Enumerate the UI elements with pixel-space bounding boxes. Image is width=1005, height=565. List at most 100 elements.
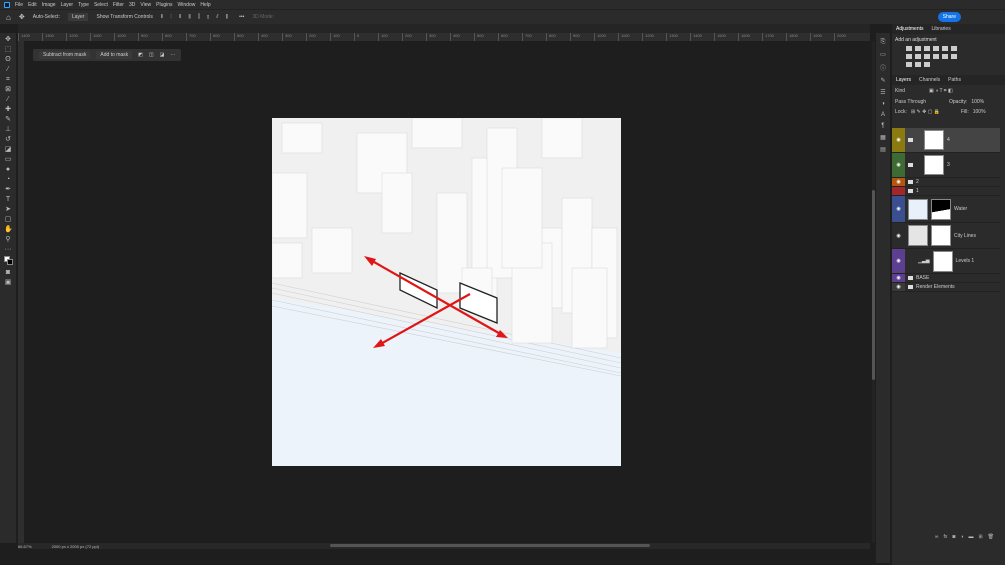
- more-tools-icon[interactable]: ···: [4, 246, 12, 253]
- visibility-eye-icon[interactable]: ◉: [892, 249, 905, 273]
- menu-image[interactable]: Image: [42, 2, 56, 8]
- info-icon[interactable]: ⓘ: [880, 63, 886, 72]
- menu-3d[interactable]: 3D: [129, 2, 135, 8]
- opacity-value[interactable]: 100%: [971, 99, 984, 105]
- quick-mask-icon[interactable]: ◙: [4, 269, 12, 276]
- layer-thumbnail[interactable]: [908, 225, 928, 246]
- move-tool-icon[interactable]: ✥: [19, 13, 25, 21]
- menu-filter[interactable]: Filter: [113, 2, 124, 8]
- layer-row-2[interactable]: ◉ 2: [892, 178, 1000, 187]
- zoom-level[interactable]: 66.67%: [18, 544, 32, 549]
- layer-name[interactable]: BASE: [916, 275, 929, 281]
- layer-name[interactable]: Water: [954, 206, 967, 212]
- layer-mask-thumbnail[interactable]: [924, 155, 944, 175]
- fill-mask-icon[interactable]: ◪: [160, 52, 165, 58]
- blend-mode-dropdown[interactable]: Pass Through: [895, 99, 945, 105]
- subtract-from-mask-button[interactable]: Subtract from mask: [39, 51, 91, 59]
- fx-icon[interactable]: fx: [943, 534, 947, 543]
- visibility-eye-icon[interactable]: ◉: [892, 223, 905, 248]
- fill-value[interactable]: 100%: [973, 109, 986, 115]
- tab-adjustments[interactable]: Adjustments: [896, 26, 924, 32]
- home-icon[interactable]: ⌂: [6, 13, 11, 22]
- document-tab-strip[interactable]: [18, 24, 870, 33]
- align-icons[interactable]: ⫴ ⫶ ⫴ ⫼ ⫿ ⫾ ⫽ ⫼: [161, 14, 231, 20]
- auto-select-checkbox[interactable]: Auto-Select:: [33, 14, 60, 20]
- layer-row-levels-1[interactable]: ◉ ▁▃▅ Levels 1: [892, 249, 1000, 274]
- menu-edit[interactable]: Edit: [28, 2, 37, 8]
- visibility-eye-icon[interactable]: ◉: [892, 196, 905, 222]
- document-canvas[interactable]: [271, 117, 622, 466]
- healing-brush-icon[interactable]: ✚: [4, 106, 12, 113]
- stamp-tool-icon[interactable]: ⊥: [4, 126, 12, 133]
- tab-channels[interactable]: Channels: [919, 77, 940, 83]
- dodge-tool-icon[interactable]: ◔: [4, 176, 12, 183]
- character-icon[interactable]: A: [881, 112, 885, 118]
- marquee-tool-icon[interactable]: ⬚: [4, 46, 12, 53]
- zoom-tool-icon[interactable]: ⚲: [4, 236, 12, 243]
- share-button[interactable]: Share: [937, 12, 961, 22]
- layer-row-base[interactable]: ◉ BASE: [892, 274, 1000, 283]
- filter-icons[interactable]: ▣ ◑ T ⌗ ◧: [929, 88, 953, 94]
- rectangle-tool-icon[interactable]: ▢: [4, 216, 12, 223]
- horizontal-scroll-thumb[interactable]: [330, 544, 650, 547]
- layer-row-city-lines[interactable]: ◉ City Lines: [892, 223, 1000, 249]
- visibility-eye-icon[interactable]: ◉: [892, 274, 905, 282]
- adjustment-icons[interactable]: [892, 44, 972, 69]
- layer-name[interactable]: 4: [947, 137, 950, 143]
- visibility-eye-icon[interactable]: ◉: [892, 128, 905, 152]
- gradient-tool-icon[interactable]: ▭: [4, 156, 12, 163]
- add-mask-icon[interactable]: ◙: [952, 534, 955, 543]
- more-options-button[interactable]: ···: [170, 52, 175, 58]
- layer-thumbnail[interactable]: [908, 198, 928, 220]
- adjustment-layer-icon[interactable]: ◑: [960, 534, 963, 543]
- history-brush-icon[interactable]: ↺: [4, 136, 12, 143]
- visibility-eye-icon[interactable]: ◉: [892, 178, 905, 186]
- new-group-icon[interactable]: ▬: [968, 534, 973, 543]
- lasso-tool-icon[interactable]: ʘ: [4, 56, 12, 63]
- vertical-scroll-thumb[interactable]: [872, 190, 875, 380]
- layer-mask-thumbnail[interactable]: [931, 198, 951, 220]
- menu-plugins[interactable]: Plugins: [156, 2, 172, 8]
- menu-help[interactable]: Help: [200, 2, 210, 8]
- layer-row-render-elements[interactable]: ◉ Render Elements: [892, 283, 1000, 292]
- trash-icon[interactable]: 🗑: [988, 534, 994, 543]
- refine-mask-icon[interactable]: ◫: [149, 52, 154, 58]
- layer-row-1[interactable]: 1: [892, 187, 1000, 196]
- brush-tool-icon[interactable]: ✎: [4, 116, 12, 123]
- brush-settings-icon[interactable]: ✎: [880, 77, 885, 84]
- history-icon[interactable]: ⎘: [881, 39, 886, 46]
- kind-filter-dropdown[interactable]: Kind: [895, 88, 905, 94]
- move-tool-icon[interactable]: ✥: [4, 36, 12, 43]
- add-to-mask-button[interactable]: Add to mask: [96, 51, 133, 59]
- visibility-eye-icon[interactable]: ◉: [892, 153, 905, 177]
- tab-libraries[interactable]: Libraries: [932, 26, 951, 32]
- layer-mask-thumbnail[interactable]: [932, 250, 953, 272]
- properties-icon[interactable]: ☰: [880, 89, 885, 96]
- paragraph-icon[interactable]: ¶: [881, 123, 884, 129]
- color-icon[interactable]: ◑: [881, 101, 885, 107]
- layer-name[interactable]: City Lines: [954, 233, 976, 239]
- invert-mask-icon[interactable]: ◩: [138, 52, 143, 58]
- tab-layers[interactable]: Layers: [896, 77, 911, 83]
- screen-mode-icon[interactable]: ▣: [4, 279, 12, 286]
- magic-wand-icon[interactable]: ⁄: [4, 66, 12, 73]
- swatches-icon[interactable]: ▤: [880, 146, 886, 153]
- menu-select[interactable]: Select: [94, 2, 108, 8]
- layer-row-3[interactable]: ◉ 3: [892, 153, 1000, 178]
- layer-name[interactable]: Render Elements: [916, 284, 955, 290]
- menu-view[interactable]: View: [140, 2, 151, 8]
- eyedropper-icon[interactable]: ⁄: [4, 96, 12, 103]
- layer-dropdown[interactable]: Layer: [67, 13, 89, 21]
- frame-tool-icon[interactable]: ⊠: [4, 86, 12, 93]
- comments-icon[interactable]: ▭: [880, 51, 886, 58]
- layer-row-4[interactable]: ◉ 4: [892, 128, 1000, 153]
- layer-mask-thumbnail[interactable]: [924, 130, 944, 150]
- pen-tool-icon[interactable]: ✒: [4, 186, 12, 193]
- link-icon[interactable]: ∞: [935, 534, 939, 543]
- color-swatches[interactable]: [4, 256, 13, 266]
- libraries-icon[interactable]: ▦: [880, 134, 886, 141]
- visibility-eye-icon[interactable]: [892, 187, 905, 195]
- more-icon[interactable]: •••: [239, 14, 244, 20]
- lock-icons[interactable]: ⊞ ✎ ✥ ▢ 🔒: [911, 109, 957, 115]
- layer-name[interactable]: 2: [916, 179, 919, 185]
